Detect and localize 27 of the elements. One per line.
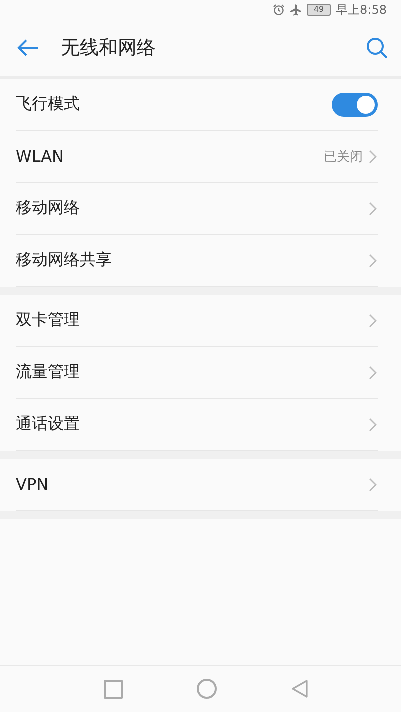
chevron-right-icon xyxy=(369,478,377,492)
setting-label[interactable]: 飞行模式 xyxy=(16,94,332,115)
airplane-icon xyxy=(290,4,302,16)
search-icon[interactable] xyxy=(366,37,388,59)
back-arrow-icon[interactable] xyxy=(17,39,39,57)
chevron-right-icon xyxy=(369,314,377,328)
setting-label[interactable]: 通话设置 xyxy=(16,414,369,435)
setting-label[interactable]: VPN xyxy=(16,475,369,494)
clock: 早上8:58 xyxy=(336,2,387,18)
recents-button[interactable] xyxy=(104,680,123,698)
chevron-right-icon xyxy=(369,418,377,432)
back-button[interactable] xyxy=(291,679,309,699)
battery-icon: 49 xyxy=(307,4,332,16)
toggle-switch[interactable] xyxy=(332,92,378,116)
setting-label[interactable]: 移动网络 xyxy=(16,198,369,219)
chevron-right-icon xyxy=(369,202,377,216)
chevron-right-icon xyxy=(369,150,377,164)
setting-label[interactable]: WLAN xyxy=(16,147,324,166)
setting-value: 已关闭 xyxy=(324,148,363,166)
alarm-icon xyxy=(273,4,286,16)
page-title: 无线和网络 xyxy=(61,36,157,61)
setting-label[interactable]: 移动网络共享 xyxy=(16,250,369,271)
setting-label[interactable]: 双卡管理 xyxy=(16,310,369,331)
chevron-right-icon xyxy=(369,366,377,380)
setting-label[interactable]: 流量管理 xyxy=(16,362,369,383)
home-button[interactable] xyxy=(197,679,217,699)
chevron-right-icon xyxy=(369,254,377,268)
